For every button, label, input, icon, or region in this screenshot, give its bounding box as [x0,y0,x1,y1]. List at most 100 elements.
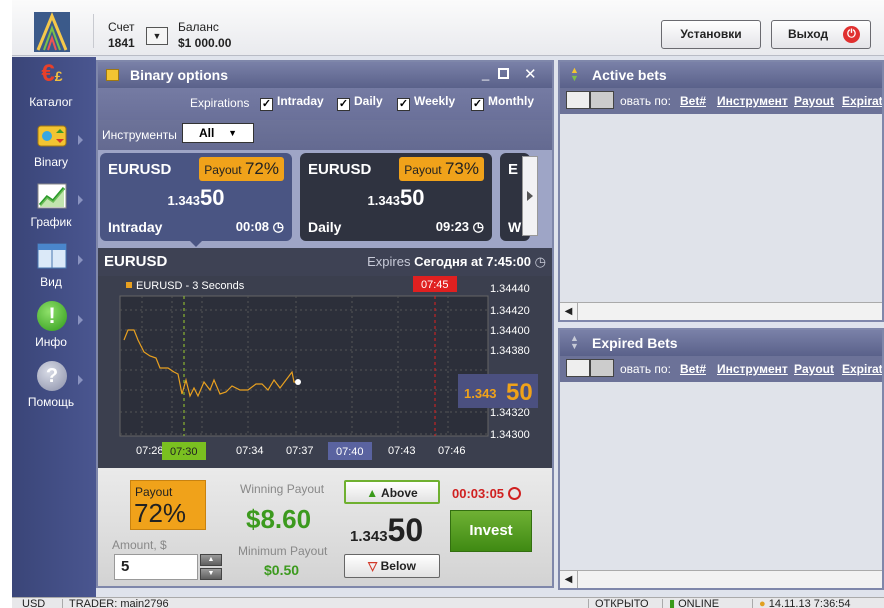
checkbox-icon: ✓ [337,98,350,111]
amount-input[interactable]: 5 [114,554,198,580]
help-icon: ? [37,361,67,391]
sidebar-item-info[interactable]: ! Инфо [12,299,96,359]
x-tick-label: 07:37 [286,445,314,457]
sidebar-item-view[interactable]: Вид [12,239,96,299]
above-button[interactable]: ▲ Above [344,480,440,504]
sort-col-bet[interactable]: Bet# [680,94,706,108]
sort-col-instrument[interactable]: Инструмент [717,362,788,376]
instrument-card-daily[interactable]: EURUSD Payout 73% 1.34350 Daily 09:23 ◷ [300,153,492,241]
panel-title: Binary options [130,67,229,83]
minimum-payout-label: Minimum Payout [238,544,328,558]
logo-icon [34,12,70,52]
expired-bets-list [560,382,882,570]
currency-icon: €£ [41,60,63,87]
card-expiry-type: W [508,219,522,235]
card-price-prefix: 1.343 [167,193,201,208]
expires-label: Expires [367,254,411,269]
list-view-icon[interactable] [566,91,590,109]
expires-value: Сегодня at 7:45:00 [414,254,532,269]
decrease-button[interactable]: ▼ [200,568,222,580]
payout-value: 72% [134,498,187,528]
increase-button[interactable]: ▲ [200,554,222,566]
chevron-down-icon: ▼ [152,31,162,41]
expired-bets-title: Expired Bets [592,335,678,351]
sort-col-payout[interactable]: Payout [794,94,834,108]
card-time-value: 09:23 [435,219,470,234]
minimize-icon[interactable]: _ [482,66,489,81]
account-dropdown-button[interactable]: ▼ [146,27,168,45]
sort-col-expiration[interactable]: Expirati [842,94,882,108]
sidebar-item-chart[interactable]: График [12,179,96,239]
binary-icon [37,125,67,147]
clock-icon: ● [759,598,766,608]
amount-stepper[interactable]: ▲ ▼ [200,554,222,580]
chart-canvas: EURUSD - 3 Seconds 07:45 1.34440 1.34420 1.3… [119,276,538,460]
sidebar-item-label: График [30,215,72,229]
checkbox-icon: ✓ [260,98,273,111]
exp-monthly-checkbox[interactable]: ✓ Monthly [471,94,534,111]
expiry-time-label: 07:45 [421,279,449,291]
sidebar-item-label: Инфо [35,335,67,349]
y-tick-label: 1.34320 [490,407,530,419]
view-toggle[interactable] [566,91,614,109]
detail-view-icon[interactable] [590,359,614,377]
exp-intraday-checkbox[interactable]: ✓ Intraday [260,94,324,111]
sidebar-item-label: Помощь [27,395,75,409]
legend-swatch [126,282,132,288]
exp-daily-checkbox[interactable]: ✓ Daily [337,94,383,111]
exit-button[interactable]: Выход ⏻ [771,20,871,49]
active-bets-scrollbar[interactable]: ◀ [560,302,882,320]
ticket-price-big: 50 [387,512,424,548]
sidebar-item-catalog[interactable]: €£ Каталог [12,59,96,119]
sort-by-label: овать по: [620,362,671,376]
chart-symbol: EURUSD [104,253,168,270]
sidebar-item-help[interactable]: ? Помощь [12,359,96,419]
active-bets-panel: ▲ ▼ Active bets овать по: Bet# Инструмент… [558,60,884,322]
instrument-card-intraday[interactable]: EURUSD Payout 72% 1.34350 Intraday 00:08… [100,153,292,241]
status-online-label: ONLINE [678,598,720,608]
current-price-point [295,379,301,385]
instruments-row: Инструменты All ▼ [98,120,552,150]
instruments-select[interactable]: All ▼ [182,123,254,143]
legend-label: EURUSD - 3 Seconds [136,280,245,292]
winning-payout-label: Winning Payout [240,482,325,496]
view-toggle[interactable] [566,359,614,377]
sidebar-item-binary[interactable]: Binary [12,119,96,179]
minimum-payout-value: $0.50 [264,562,300,578]
sort-col-bet[interactable]: Bet# [680,362,706,376]
scroll-left-icon[interactable]: ◀ [560,571,578,588]
y-tick-label: 1.34400 [490,325,530,337]
sidebar-item-label: Каталог [29,95,73,109]
scroll-left-icon[interactable]: ◀ [560,303,578,320]
binary-options-panel: Binary options _ ✕ Expirations ✓ Intraday… [96,60,554,588]
maximize-icon[interactable] [498,68,509,79]
trade-ticket: Payout 72% Amount, $ 5 ▲ ▼ Winning Payou… [98,468,552,586]
y-tick-label: 1.34300 [490,429,530,441]
card-payout-badge: Payout 72% [199,157,284,181]
sort-col-instrument[interactable]: Инструмент [717,94,788,108]
below-button[interactable]: ▽ Below [344,554,440,578]
current-price-big: 50 [506,379,533,406]
balance-label: Баланс [178,20,219,34]
settings-button[interactable]: Установки [661,20,761,49]
invest-button[interactable]: Invest [450,510,532,552]
exp-monthly-label: Monthly [488,94,534,108]
instruments-label: Инструменты [102,128,177,142]
close-icon[interactable]: ✕ [524,65,537,83]
instrument-cards: EURUSD Payout 72% 1.34350 Intraday 00:08… [98,150,552,248]
list-view-icon[interactable] [566,359,590,377]
account-label: Счет [108,20,135,34]
sort-col-expiration[interactable]: Expirati [842,362,882,376]
chart-expires: Expires Сегодня at 7:45:00 ◷ [367,254,546,270]
sort-arrows-icon: ▲ ▼ [570,65,579,83]
expired-bets-panel: ▲ ▼ Expired Bets овать по: Bet# Инструмен… [558,328,884,590]
detail-view-icon[interactable] [590,91,614,109]
sidebar-item-label: Вид [40,275,62,289]
open-time-label: 07:30 [170,446,198,458]
expired-bets-scrollbar[interactable]: ◀ [560,570,882,588]
cards-scroll-right-button[interactable] [522,156,538,236]
sort-col-payout[interactable]: Payout [794,362,834,376]
y-tick-label: 1.34440 [490,283,530,295]
exp-weekly-checkbox[interactable]: ✓ Weekly [397,94,455,111]
chevron-right-icon [78,315,83,325]
